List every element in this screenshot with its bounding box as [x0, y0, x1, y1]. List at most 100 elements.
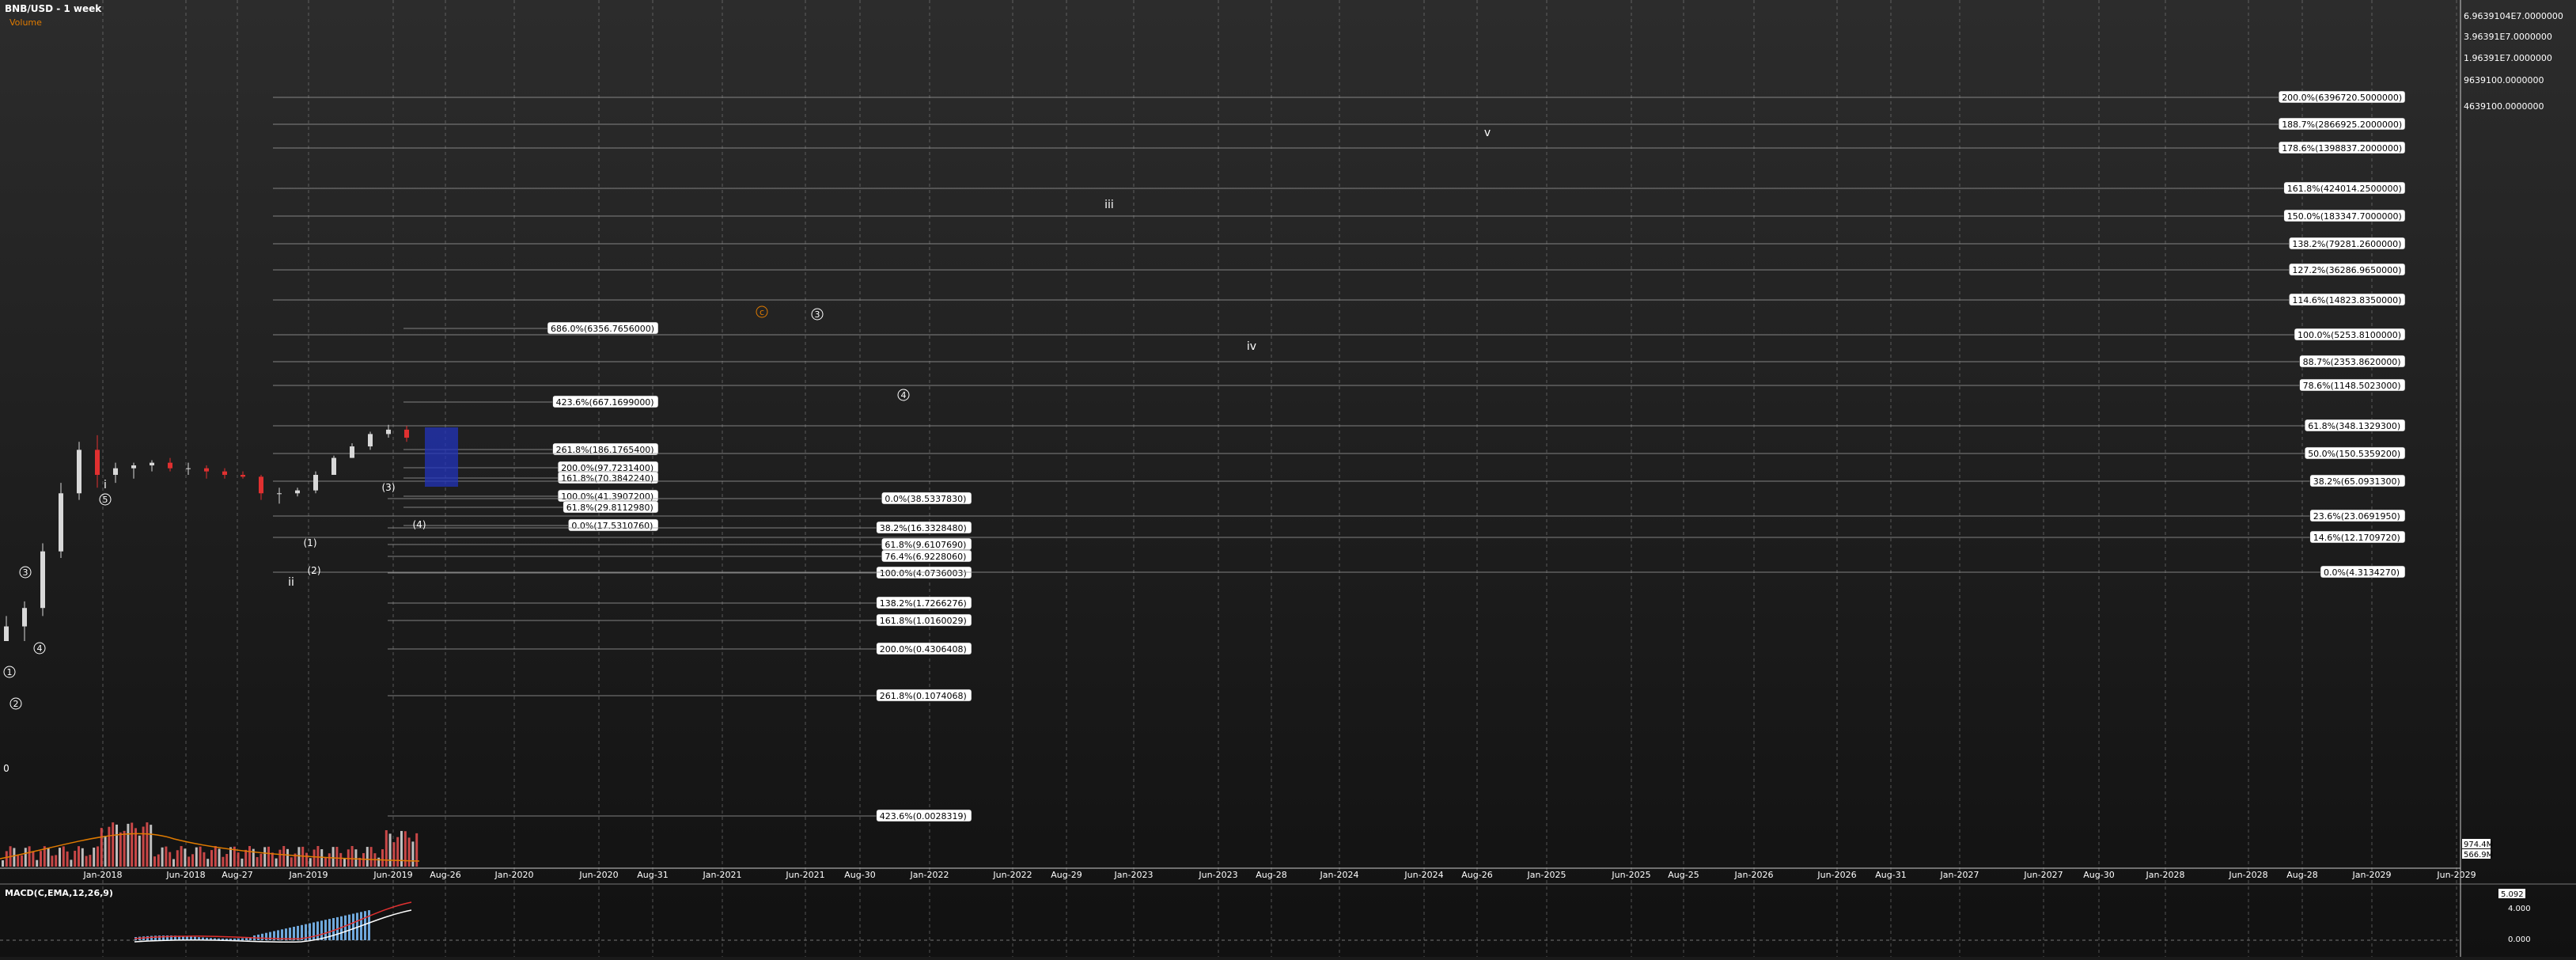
volume-bar [2, 860, 4, 867]
volume-bar [172, 859, 175, 867]
volume-bar [392, 842, 396, 867]
x-tick-label: Aug-31 [1875, 870, 1906, 880]
volume-bar [256, 857, 259, 867]
chart-canvas[interactable]: 686.0%(6356.7656000) 423.6%(667.1699000) 2… [0, 0, 2576, 957]
fib-label: 127.2%(36286.9650000) [2292, 265, 2401, 275]
fib-label: 686.0%(6356.7656000) [551, 324, 654, 334]
macd-histogram-bar [368, 910, 370, 940]
macd-histogram-bar [313, 922, 315, 940]
volume-bar [305, 852, 308, 867]
x-tick-label: Aug-30 [2083, 870, 2114, 880]
volume-bar [32, 851, 35, 867]
macd-histogram-bar [344, 915, 347, 940]
x-tick-label: Aug-31 [637, 870, 668, 880]
wave-label: iii [1104, 199, 1114, 211]
volume-bar [116, 824, 118, 867]
x-tick-label: Jan-2023 [1114, 870, 1154, 880]
x-tick-label: Jan-2024 [1320, 870, 1359, 880]
volume-bar [13, 848, 16, 867]
fib-label: 78.6%(1148.5023000) [2303, 381, 2401, 391]
volume-bar [282, 846, 286, 867]
macd-histogram-bar [348, 914, 350, 940]
volume-bar [112, 822, 115, 867]
x-tick-label: Jun-2022 [992, 870, 1032, 880]
candle-body [277, 493, 282, 495]
x-tick-label: Aug-28 [1256, 870, 1286, 880]
y-tick-label: 3.96391E7.0000000 [2464, 32, 2552, 42]
macd-histogram-bar [158, 935, 161, 940]
volume-bar [267, 846, 270, 867]
volume-bar [350, 846, 354, 867]
highlight-box [425, 427, 458, 487]
volume-bar [24, 848, 27, 867]
volume-bar [161, 847, 164, 867]
volume-bar [85, 856, 88, 867]
volume-bar [70, 859, 73, 867]
x-tick-label: Jun-2024 [1404, 870, 1443, 880]
wave-label: 4 [37, 643, 43, 654]
wave-label: iv [1247, 340, 1256, 353]
wave-label: i [104, 479, 107, 491]
volume-bar [203, 852, 206, 867]
macd-axis-label: 4.000 [2508, 905, 2531, 913]
candle-body [131, 465, 136, 469]
volume-bar [271, 852, 274, 867]
volume-bar [206, 859, 210, 867]
volume-bar [184, 848, 187, 867]
chart-root: 686.0%(6356.7656000) 423.6%(667.1699000) 2… [0, 0, 2576, 957]
fib-label: 38.2%(65.0931300) [2313, 476, 2400, 487]
wave-label: c [760, 307, 764, 317]
x-tick-label: Jan-2021 [703, 870, 742, 880]
wave-label: 4 [901, 390, 907, 400]
fib-label: 61.8%(348.1329300) [2308, 421, 2400, 431]
volume-bar [28, 846, 31, 867]
volume-bar [377, 857, 381, 867]
x-tick-label: Jan-2028 [2146, 870, 2185, 880]
volume-bar [123, 830, 126, 867]
wave-label: 3 [815, 309, 820, 320]
volume-bar [214, 846, 217, 867]
macd-histogram-bar [320, 920, 323, 940]
macd-histogram-bar [233, 938, 236, 940]
fib-label: 76.4%(6.9228060) [885, 552, 966, 562]
x-tick-label: Aug-28 [2286, 870, 2317, 880]
x-tick-label: Jan-2020 [494, 870, 534, 880]
volume-bar [169, 852, 172, 867]
x-tick-label: Aug-27 [222, 870, 252, 880]
wave-label: 1 [7, 667, 13, 677]
fib-label: 0.0%(4.3134270) [2324, 567, 2400, 578]
macd-histogram-bar [241, 938, 244, 940]
wave-label: (1) [304, 537, 317, 548]
volume-bar [229, 847, 232, 867]
volume-bar [241, 858, 244, 867]
macd-histogram-bar [265, 932, 267, 940]
fib-label: 61.8%(29.8112980) [566, 503, 653, 513]
candle-body [77, 450, 81, 494]
wave-label: (4) [413, 519, 426, 530]
volume-bar [366, 847, 369, 867]
macd-axis-label: 0.000 [2508, 935, 2531, 944]
fib-label: 114.6%(14823.8350000) [2292, 295, 2401, 305]
candle-body [222, 471, 227, 475]
macd-title: MACD(C,EMA,12,26,9) [5, 888, 113, 898]
fib-label: 38.2%(16.3328480) [880, 523, 967, 533]
fib-label: 261.8%(0.1074068) [880, 691, 967, 701]
fib-label: 161.8%(70.3842240) [561, 473, 653, 484]
volume-bar [316, 846, 320, 867]
wave-label: 2 [13, 699, 19, 709]
volume-bar [248, 846, 251, 867]
volume-bar [331, 847, 335, 867]
fib-label: 423.6%(0.0028319) [880, 811, 967, 822]
volume-bar [104, 836, 107, 867]
candle-body [40, 551, 45, 609]
macd-histogram-bar [150, 935, 153, 940]
macd-histogram-bar [229, 938, 232, 940]
volume-bar [119, 832, 122, 867]
volume-axis-label: 566.9M [2464, 851, 2493, 859]
volume-bar [93, 848, 96, 867]
x-tick-label: Jan-2019 [289, 870, 328, 880]
volume-bar [286, 848, 289, 867]
volume-bar [131, 822, 134, 867]
x-tick-label: Aug-26 [1461, 870, 1492, 880]
x-tick-label: Jan-2022 [910, 870, 949, 880]
